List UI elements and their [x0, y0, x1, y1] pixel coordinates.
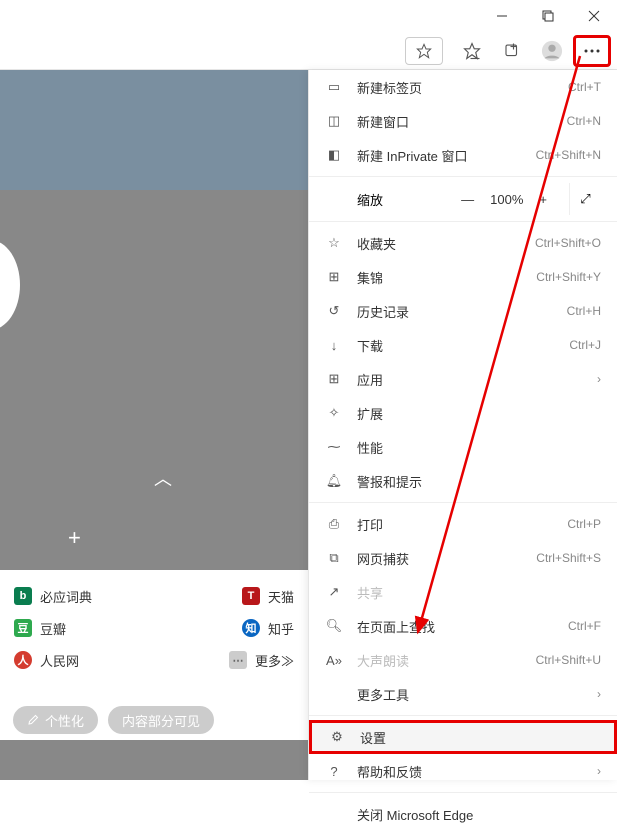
- quicklink-more[interactable]: ⋯更多≫: [229, 651, 294, 670]
- menu-help[interactable]: ?帮助和反馈›: [309, 754, 617, 788]
- quicklink-label: 豆瓣: [40, 619, 66, 638]
- star-icon: ☆: [325, 235, 343, 251]
- quicklink-tmall[interactable]: T天猫: [242, 587, 294, 606]
- pulse-icon: ⁓: [325, 439, 343, 455]
- menu-alerts[interactable]: 🔔︎警报和提示: [309, 464, 617, 498]
- menu-history[interactable]: ↺历史记录Ctrl+H: [309, 294, 617, 328]
- zoom-in-button[interactable]: +: [539, 192, 547, 207]
- collections-toolbar-button[interactable]: [493, 35, 531, 67]
- menu-apps[interactable]: ⊞应用›: [309, 362, 617, 396]
- menu-more-tools[interactable]: 更多工具›: [309, 677, 617, 711]
- help-icon: ?: [325, 764, 343, 779]
- menu-settings[interactable]: ⚙设置: [309, 720, 617, 754]
- collections-icon: ⊞: [325, 269, 343, 285]
- window-icon: ◫: [325, 113, 343, 129]
- menu-extensions[interactable]: ✧扩展: [309, 396, 617, 430]
- minimize-button[interactable]: [479, 0, 525, 32]
- inprivate-icon: ◧: [325, 147, 343, 163]
- app-menu: ▭新建标签页Ctrl+T ◫新建窗口Ctrl+N ◧新建 InPrivate 窗…: [308, 70, 617, 780]
- menu-new-tab[interactable]: ▭新建标签页Ctrl+T: [309, 70, 617, 104]
- zoom-out-button[interactable]: —: [461, 192, 474, 207]
- menu-favorites[interactable]: ☆收藏夹Ctrl+Shift+O: [309, 226, 617, 260]
- quicklink-douban[interactable]: 豆豆瓣: [14, 619, 66, 638]
- menu-new-window[interactable]: ◫新建窗口Ctrl+N: [309, 104, 617, 138]
- printer-icon: ⎙: [325, 516, 343, 532]
- search-icon: 🔍︎: [325, 618, 343, 634]
- content-visibility-button[interactable]: 内容部分可见: [107, 705, 215, 735]
- close-window-button[interactable]: [571, 0, 617, 32]
- menu-downloads[interactable]: ↓下载Ctrl+J: [309, 328, 617, 362]
- gear-icon: ⚙: [328, 729, 346, 745]
- menu-performance[interactable]: ⁓性能: [309, 430, 617, 464]
- more-menu-button[interactable]: [573, 35, 611, 67]
- personalize-button[interactable]: 个性化: [12, 705, 99, 735]
- menu-new-inprivate[interactable]: ◧新建 InPrivate 窗口Ctrl+Shift+N: [309, 138, 617, 172]
- download-icon: ↓: [325, 338, 343, 353]
- zoom-level: 100%: [490, 192, 523, 207]
- apps-icon: ⊞: [325, 371, 343, 387]
- quicklink-bing-dict[interactable]: b必应词典: [14, 587, 92, 606]
- menu-capture[interactable]: ⧉网页捕获Ctrl+Shift+S: [309, 541, 617, 575]
- fullscreen-button[interactable]: ⤢: [569, 183, 601, 215]
- quicklink-label: 知乎: [268, 619, 294, 638]
- quicklink-label: 必应词典: [40, 587, 92, 606]
- quicklink-label: 天猫: [268, 587, 294, 606]
- tab-icon: ▭: [325, 79, 343, 95]
- menu-collections[interactable]: ⊞集锦Ctrl+Shift+Y: [309, 260, 617, 294]
- chevron-right-icon: ›: [597, 372, 601, 386]
- chevron-right-icon: ›: [597, 687, 601, 701]
- menu-share: ↗共享: [309, 575, 617, 609]
- quicklink-label: 人民网: [40, 651, 79, 670]
- bookmark-page-button[interactable]: [405, 37, 443, 65]
- bell-icon: 🔔︎: [325, 473, 343, 489]
- history-icon: ↺: [325, 303, 343, 319]
- quicklink-label: 更多≫: [255, 651, 294, 670]
- chevron-right-icon: ›: [597, 764, 601, 778]
- menu-print[interactable]: ⎙打印Ctrl+P: [309, 507, 617, 541]
- quicklink-renmin[interactable]: 人人民网: [14, 651, 79, 670]
- menu-close-edge[interactable]: 关闭 Microsoft Edge: [309, 797, 617, 831]
- capture-icon: ⧉: [325, 550, 343, 566]
- menu-read-aloud: A»大声朗读Ctrl+Shift+U: [309, 643, 617, 677]
- plus-icon: +: [68, 525, 81, 551]
- chevron-up-icon: ︿: [154, 465, 172, 491]
- maximize-button[interactable]: [525, 0, 571, 32]
- profile-button[interactable]: [533, 35, 571, 67]
- quicklink-zhihu[interactable]: 知知乎: [242, 619, 294, 638]
- share-icon: ↗: [325, 584, 343, 600]
- read-aloud-icon: A»: [325, 653, 343, 668]
- menu-zoom: 缩放 — 100% + ⤢: [309, 181, 617, 217]
- favorites-toolbar-button[interactable]: [453, 35, 491, 67]
- puzzle-icon: ✧: [325, 405, 343, 421]
- menu-find[interactable]: 🔍︎在页面上查找Ctrl+F: [309, 609, 617, 643]
